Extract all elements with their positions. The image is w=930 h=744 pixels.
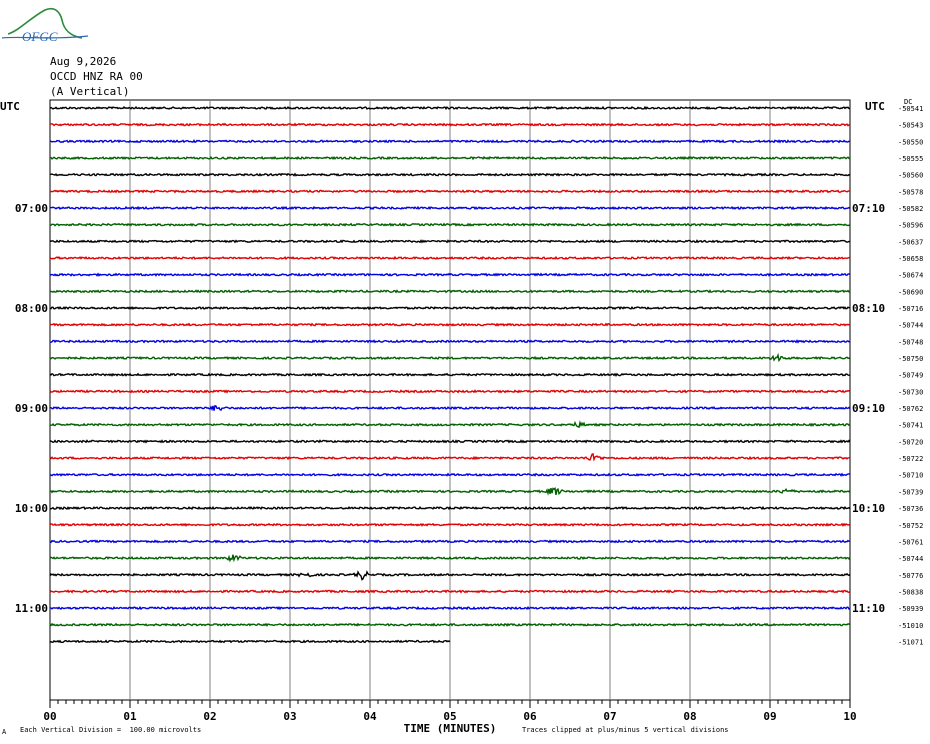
x-tick-label: 10 (843, 710, 856, 723)
right-time-label: 09:10 (852, 402, 885, 415)
seismic-trace (49, 639, 451, 644)
dc-offset-label: -50748 (898, 338, 923, 346)
x-tick-label: 09 (763, 710, 776, 723)
dc-offset-label: -50939 (898, 605, 923, 613)
x-tick-label: 01 (123, 710, 137, 723)
x-tick-label: 08 (683, 710, 696, 723)
header-date: Aug 9,2026 (50, 55, 117, 68)
helicorder-plot: OFGC 00 01 02 03 04 05 06 07 08 09 10TIME (MINUTES… (1, 7, 923, 735)
x-axis-label: TIME (MINUTES) (404, 722, 497, 735)
ofgc-logo: OFGC (1, 7, 89, 44)
dc-offset-label: -50750 (898, 355, 923, 363)
header-station: OCCD HNZ RA 00 (50, 70, 143, 83)
dc-offset-label: -50541 (898, 105, 923, 113)
dc-offset-label: -50776 (898, 572, 923, 580)
dc-offset-label: -50637 (898, 238, 923, 246)
dc-offset-label: -50739 (898, 488, 923, 496)
dc-offset-label: -50596 (898, 222, 923, 230)
utc-left-label: UTC (0, 100, 20, 113)
x-tick-label: 06 (523, 710, 537, 723)
seismic-trace (49, 605, 851, 611)
dc-offset-label: -50674 (898, 272, 923, 280)
corner-mark: A (2, 728, 7, 736)
label-layer: 00 01 02 03 04 05 06 07 08 09 10TIME (MINUTES)-505… (15, 105, 923, 735)
dc-offset-label: -50752 (898, 522, 923, 530)
x-tick-label: 07 (603, 710, 616, 723)
dc-offset-label: -50555 (898, 155, 923, 163)
clip-note: Traces clipped at plus/minus 5 vertical … (522, 726, 729, 734)
dc-offset-label: -50730 (898, 388, 923, 396)
header-component: (A Vertical) (50, 85, 130, 98)
dc-offset-label: -50741 (898, 422, 923, 430)
x-tick-label: 03 (283, 710, 296, 723)
dc-offset-label: -50736 (898, 505, 923, 513)
x-tick-label: 04 (363, 710, 377, 723)
dc-offset-label: -50658 (898, 255, 923, 263)
dc-offset-label: -50690 (898, 288, 923, 296)
dc-offset-label: -50744 (898, 322, 923, 330)
dc-offset-label: -50720 (898, 438, 923, 446)
seismic-trace (49, 339, 851, 344)
dc-offset-label: -50761 (898, 538, 923, 546)
dc-offset-label: -50762 (898, 405, 923, 413)
dc-offset-label: -50560 (898, 172, 923, 180)
x-tick-label: 00 (43, 710, 56, 723)
dc-offset-label: -51071 (898, 638, 923, 646)
dc-offset-label: -50716 (898, 305, 923, 313)
dc-offset-label: -50749 (898, 372, 923, 380)
left-time-label: 08:00 (15, 302, 48, 315)
seismic-trace (49, 522, 851, 527)
logo-text: OFGC (22, 29, 58, 44)
right-time-label: 10:10 (852, 502, 885, 515)
dc-offset-label: -50578 (898, 188, 923, 196)
dc-label: DC (904, 98, 913, 106)
right-time-label: 08:10 (852, 302, 885, 315)
left-time-label: 09:00 (15, 402, 48, 415)
dc-offset-label: -50550 (898, 138, 923, 146)
scale-note: Each Vertical Division = 100.00 microvol… (20, 726, 202, 734)
seismic-trace (49, 272, 851, 277)
left-time-label: 07:00 (15, 202, 48, 215)
dc-offset-label: -50744 (898, 555, 923, 563)
dc-offset-label: -50543 (898, 122, 923, 130)
left-time-label: 11:00 (15, 602, 48, 615)
dc-offset-label: -50710 (898, 472, 923, 480)
right-time-label: 11:10 (852, 602, 885, 615)
utc-right-label: UTC (865, 100, 885, 113)
dc-offset-label: -51010 (898, 622, 923, 630)
dc-offset-label: -50582 (898, 205, 923, 213)
left-time-label: 10:00 (15, 502, 48, 515)
dc-offset-label: -50838 (898, 588, 923, 596)
dc-offset-label: -50722 (898, 455, 923, 463)
right-time-label: 07:10 (852, 202, 885, 215)
x-tick-label: 02 (203, 710, 216, 723)
